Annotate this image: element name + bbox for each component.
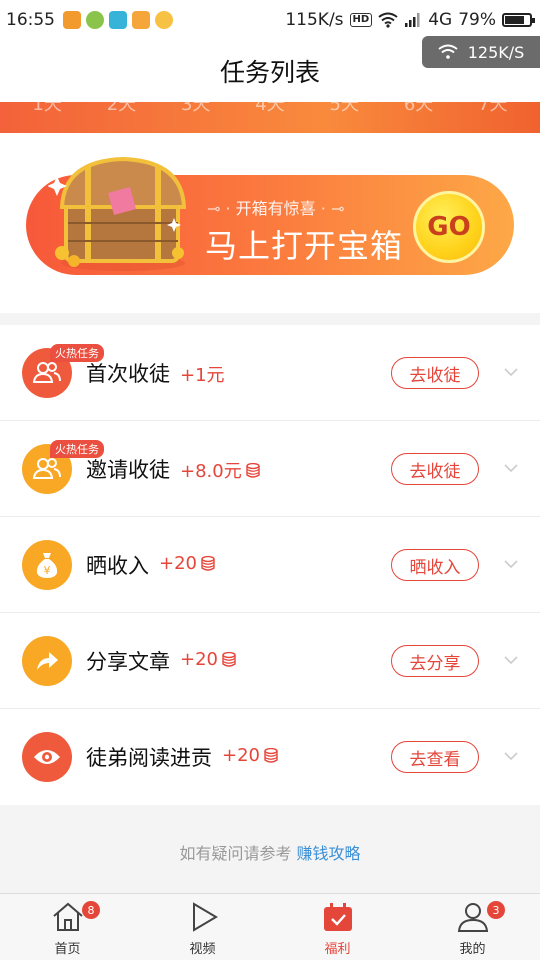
task-name: 分享文章 — [86, 650, 170, 674]
tab-label: 视频 — [189, 942, 216, 957]
network-speed: 115K/s — [285, 10, 344, 30]
task-reward-value: +1元 — [180, 365, 225, 386]
hd-icon: HD — [349, 13, 373, 27]
checkin-day-label: 5天 — [329, 102, 359, 115]
earning-guide-link[interactable]: 赚钱攻略 — [297, 844, 361, 863]
checkin-day-label: 7天 — [478, 102, 508, 115]
task-reward-value: +20 — [222, 745, 260, 766]
chevron-down-icon[interactable] — [504, 557, 518, 571]
task-row[interactable]: 分享文章 +20 去分享 — [0, 613, 540, 709]
task-reward: +20 — [222, 745, 278, 766]
task-name: 邀请收徒 — [86, 458, 170, 482]
signal-icon — [405, 13, 420, 27]
tab-label: 首页 — [54, 942, 81, 957]
task-name: 首次收徒 — [86, 362, 170, 386]
task-reward-value: +20 — [180, 649, 218, 670]
download-icon — [132, 11, 150, 29]
task-row[interactable]: 火热任务 邀请收徒 +8.0元 去收徒 — [0, 421, 540, 517]
task-name: 晒收入 — [86, 554, 149, 578]
banner-area: ⊸ · 开箱有惊喜 · ⊸ 马上打开宝箱 GO — [0, 133, 540, 313]
task-action-button[interactable]: 去收徒 — [391, 357, 479, 389]
help-hint-text: 如有疑问请参考 — [179, 844, 292, 863]
task-action-button[interactable]: 去查看 — [391, 741, 479, 773]
tab-calendar[interactable]: 福利 — [270, 894, 405, 960]
task-row[interactable]: 徒弟阅读进贡 +20 去查看 — [0, 709, 540, 805]
speed-toast-value: 125K/S — [467, 42, 525, 62]
coin-icon — [222, 652, 236, 667]
notification-badge: 8 — [82, 901, 100, 919]
checkin-day-label: 3天 — [180, 102, 211, 115]
chevron-down-icon[interactable] — [504, 365, 518, 379]
checkin-day-label: 2天 — [106, 102, 137, 115]
tab-play[interactable]: 视频 — [135, 894, 270, 960]
task-reward-value: +20 — [159, 553, 197, 574]
speed-toast: 125K/S — [422, 36, 540, 68]
task-reward: +20 — [180, 649, 236, 670]
battery-icon — [502, 13, 535, 27]
treasure-subtitle: ⊸ · 开箱有惊喜 · ⊸ — [207, 199, 345, 218]
task-list: 火热任务 首次收徒 +1元 去收徒 火热任务 邀请收徒 +8.0元 去收徒 ¥ 晒收入 +20 晒收入… — [0, 325, 540, 805]
task-reward-value: +8.0元 — [180, 461, 242, 482]
checkin-day-strip: 1天 2天 3天 4天 5天 6天 7天 — [0, 102, 540, 133]
notification-badge: 3 — [487, 901, 505, 919]
status-bar: 16:55 115K/s HD 4G 79% — [0, 0, 540, 40]
app-notification-icon — [155, 11, 173, 29]
chevron-down-icon[interactable] — [504, 461, 518, 475]
app-notification-icon — [109, 11, 127, 29]
network-type: 4G — [428, 10, 453, 30]
checkin-day-label: 6天 — [403, 102, 434, 115]
chevron-down-icon[interactable] — [504, 653, 518, 667]
treasure-title: 马上打开宝箱 — [205, 227, 404, 265]
chevron-down-icon[interactable] — [504, 749, 518, 763]
svg-text:¥: ¥ — [44, 564, 51, 577]
coin-icon — [246, 462, 260, 478]
tab-label: 福利 — [324, 942, 351, 957]
go-button[interactable]: GO — [413, 191, 485, 263]
wifi-icon — [378, 12, 398, 28]
task-reward: +20 — [159, 553, 215, 574]
task-action-button[interactable]: 晒收入 — [391, 549, 479, 581]
wifi-icon — [438, 44, 458, 59]
coin-icon — [201, 556, 215, 571]
eye-icon — [22, 732, 72, 782]
task-action-button[interactable]: 去收徒 — [391, 453, 479, 485]
tab-user[interactable]: 我的 3 — [405, 894, 540, 960]
status-time: 16:55 — [6, 10, 55, 30]
task-action-button[interactable]: 去分享 — [391, 645, 479, 677]
help-hint: 如有疑问请参考 赚钱攻略 — [0, 840, 540, 864]
play-icon — [186, 902, 220, 936]
task-reward: +8.0元 — [180, 457, 260, 483]
user-icon — [456, 902, 490, 936]
task-reward: +1元 — [180, 361, 225, 387]
home-icon — [51, 902, 85, 936]
bottom-tab-bar: 首页 8 视频 福利 我的 3 — [0, 893, 540, 960]
calendar-icon — [321, 902, 355, 936]
battery-percent: 79% — [458, 10, 496, 30]
task-row[interactable]: ¥ 晒收入 +20 晒收入 — [0, 517, 540, 613]
app-notification-icon — [63, 11, 81, 29]
page-title: 任务列表 — [219, 58, 320, 87]
task-name: 徒弟阅读进贡 — [86, 746, 212, 770]
treasure-chest-icon — [48, 156, 187, 271]
task-row[interactable]: 火热任务 首次收徒 +1元 去收徒 — [0, 325, 540, 421]
checkin-day-label: 1天 — [32, 102, 62, 115]
checkin-day-label: 4天 — [255, 102, 285, 115]
app-notification-icon — [86, 11, 104, 29]
tab-home[interactable]: 首页 8 — [0, 894, 135, 960]
coin-icon — [264, 748, 278, 763]
share-icon — [22, 636, 72, 686]
tab-label: 我的 — [459, 942, 486, 957]
money-bag-icon: ¥ — [22, 540, 72, 590]
